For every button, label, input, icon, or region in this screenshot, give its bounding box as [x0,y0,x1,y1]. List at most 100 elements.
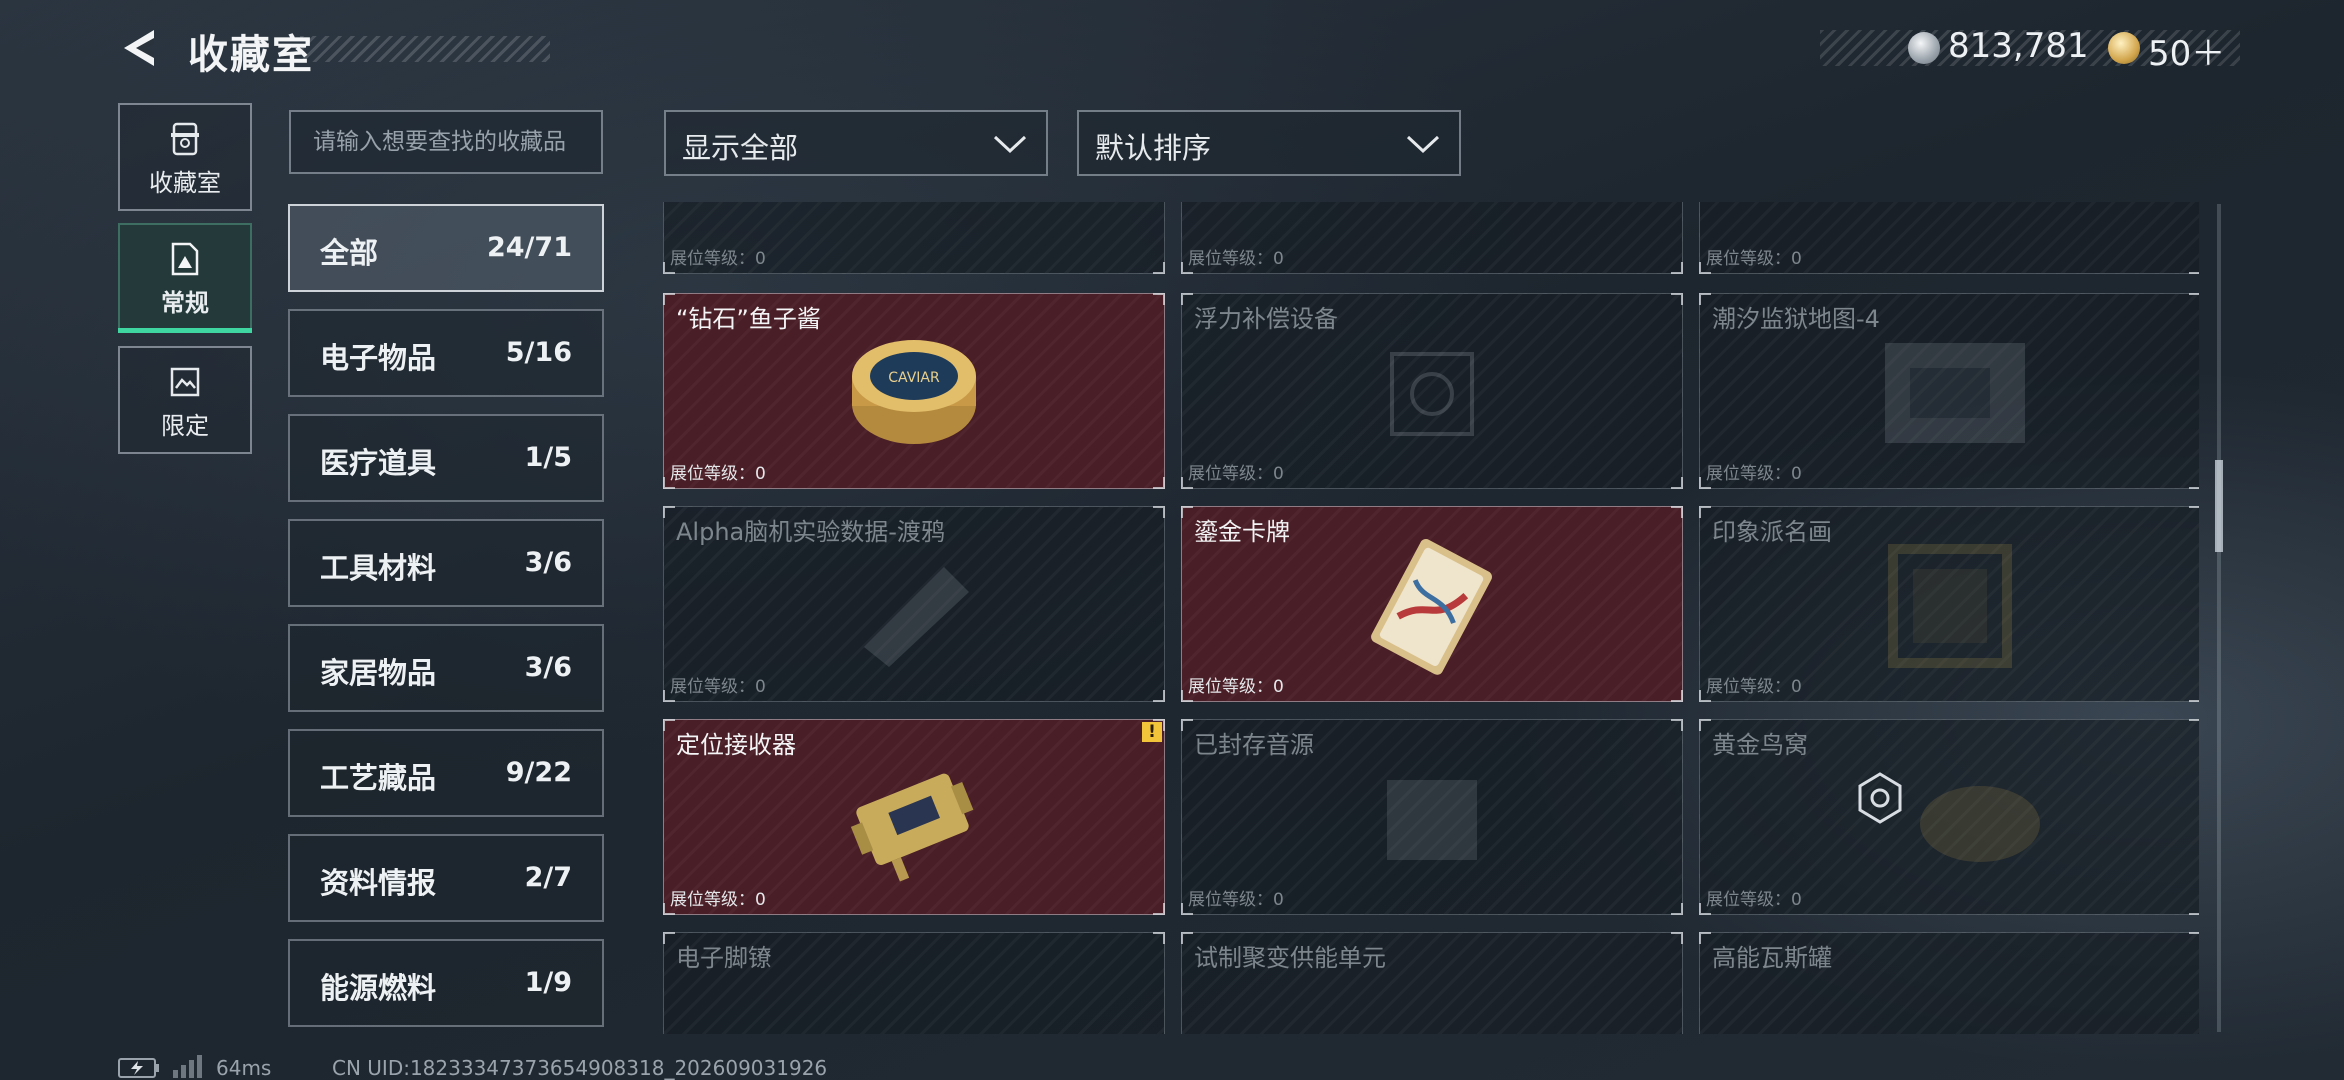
card-corner [1699,477,1711,489]
card-corner [663,262,675,274]
collection-card[interactable]: CAVIAR “钻石”鱼子酱 展位等级：0 [663,293,1165,489]
item-name: “钻石”鱼子酱 [676,305,821,333]
chevron-down-icon [993,135,1027,154]
title-decoration [300,36,550,62]
item-name: 已封存音源 [1194,731,1314,759]
card-corner [1699,690,1711,702]
category-name: 工艺藏品 [320,761,437,795]
active-indicator [118,328,252,333]
card-corner [1699,293,1711,305]
category-electronics[interactable]: 电子物品 5/16 [288,309,604,397]
item-name: 电子脚镣 [676,944,772,972]
gilded-card-icon [1371,539,1492,675]
item-name: 鎏金卡牌 [1194,518,1290,546]
buoyancy-device-icon [1390,352,1474,436]
category-all[interactable]: 全部 24/71 [288,204,604,292]
display-filter-dropdown[interactable]: 显示全部 [664,110,1048,176]
booth-level: 展位等级：0 [1188,464,1284,484]
category-intel[interactable]: 资料情报 2/7 [288,834,604,922]
item-name: 浮力补偿设备 [1194,305,1338,333]
booth-level: 展位等级：0 [1706,249,1802,269]
collection-card[interactable]: 展位等级：0 [663,202,1165,274]
card-corner [1181,903,1193,915]
category-count: 3/6 [524,547,572,578]
category-household[interactable]: 家居物品 3/6 [288,624,604,712]
card-corner [1181,719,1193,731]
side-tab-regular[interactable]: 常规 [118,223,252,333]
search-input[interactable] [289,110,603,174]
collection-card[interactable]: 浮力补偿设备 展位等级：0 [1181,293,1683,489]
card-corner [1699,262,1711,274]
map-icon [1885,343,2025,443]
card-corner [2189,293,2199,305]
collection-card[interactable]: 高能瓦斯罐 [1699,932,2199,1034]
card-corner [2189,506,2199,518]
card-corner [1699,719,1711,731]
data-drive-icon [864,567,969,667]
grid-scrollbar-track[interactable] [2217,204,2221,1032]
collection-card[interactable]: 试制聚变供能单元 [1181,932,1683,1034]
category-name: 医疗道具 [320,446,437,480]
category-crafts[interactable]: 工艺藏品 9/22 [288,729,604,817]
card-corner [2189,690,2199,702]
booth-level: 展位等级：0 [670,249,766,269]
category-count: 2/7 [524,862,572,893]
collection-card[interactable]: 潮汐监狱地图-4 展位等级：0 [1699,293,2199,489]
sealed-audio-icon [1387,780,1477,860]
sort-dropdown[interactable]: 默认排序 [1077,110,1461,176]
category-energy[interactable]: 能源燃料 1/9 [288,939,604,1027]
collection-card[interactable]: 黄金鸟窝 展位等级：0 [1699,719,2199,915]
target-reticle-icon [1858,772,1902,824]
item-name: 印象派名画 [1712,518,1832,546]
card-corner [1671,477,1683,489]
category-count: 1/5 [524,442,572,473]
card-corner [663,477,675,489]
chevron-down-icon [1406,135,1440,154]
collection-card[interactable]: Alpha脑机实验数据-渡鸦 展位等级：0 [663,506,1165,702]
category-name: 能源燃料 [320,971,437,1005]
painting-icon [1888,544,2012,668]
card-corner [1153,293,1165,305]
side-tab-label: 限定 [161,412,209,440]
collection-grid: 展位等级：0 展位等级：0 展位等级：0 CAVIAR “钻石”鱼子酱 展位等级… [663,202,2199,1034]
card-corner [1699,903,1711,915]
booth-level: 展位等级：0 [670,890,766,910]
collection-card[interactable]: 印象派名画 展位等级：0 [1699,506,2199,702]
silver-coin-icon [1908,32,1940,64]
grid-scrollbar-thumb[interactable] [2215,460,2223,552]
caviar-label: CAVIAR [888,370,940,386]
collection-card[interactable]: 已封存音源 展位等级：0 [1181,719,1683,915]
side-tab-collection-room[interactable]: 收藏室 [118,103,252,211]
collection-card[interactable]: 鎏金卡牌 展位等级：0 [1181,506,1683,702]
item-name: 黄金鸟窝 [1712,731,1808,759]
silver-coin-balance: 813,781 [1948,26,2089,66]
card-corner [1181,477,1193,489]
card-corner [1153,690,1165,702]
item-name: 试制聚变供能单元 [1194,944,1386,972]
card-corner [1671,262,1683,274]
card-corner [663,903,675,915]
collection-card[interactable]: 展位等级：0 [1181,202,1683,274]
category-medical[interactable]: 医疗道具 1/5 [288,414,604,502]
category-name: 工具材料 [320,551,437,585]
gold-coin-icon [2108,32,2140,64]
booth-level: 展位等级：0 [670,464,766,484]
side-tab-limited[interactable]: 限定 [118,346,252,454]
booth-level: 展位等级：0 [670,677,766,697]
category-count: 3/6 [524,652,572,683]
card-corner [663,932,675,944]
collection-room-icon [171,122,199,156]
locator-receiver-icon [850,773,974,882]
collection-card[interactable]: 展位等级：0 [1699,202,2199,274]
collection-card[interactable]: 定位接收器 ! 展位等级：0 [663,719,1165,915]
category-count: 1/9 [524,967,572,998]
category-tools[interactable]: 工具材料 3/6 [288,519,604,607]
card-corner [2189,477,2199,489]
gold-coin-balance: 50＋ [2148,34,2226,74]
item-name: 高能瓦斯罐 [1712,944,1832,972]
collection-card[interactable]: 电子脚镣 [663,932,1165,1034]
card-corner [2189,262,2199,274]
back-icon[interactable] [118,26,162,70]
card-corner [1181,293,1193,305]
card-corner [1671,719,1683,731]
